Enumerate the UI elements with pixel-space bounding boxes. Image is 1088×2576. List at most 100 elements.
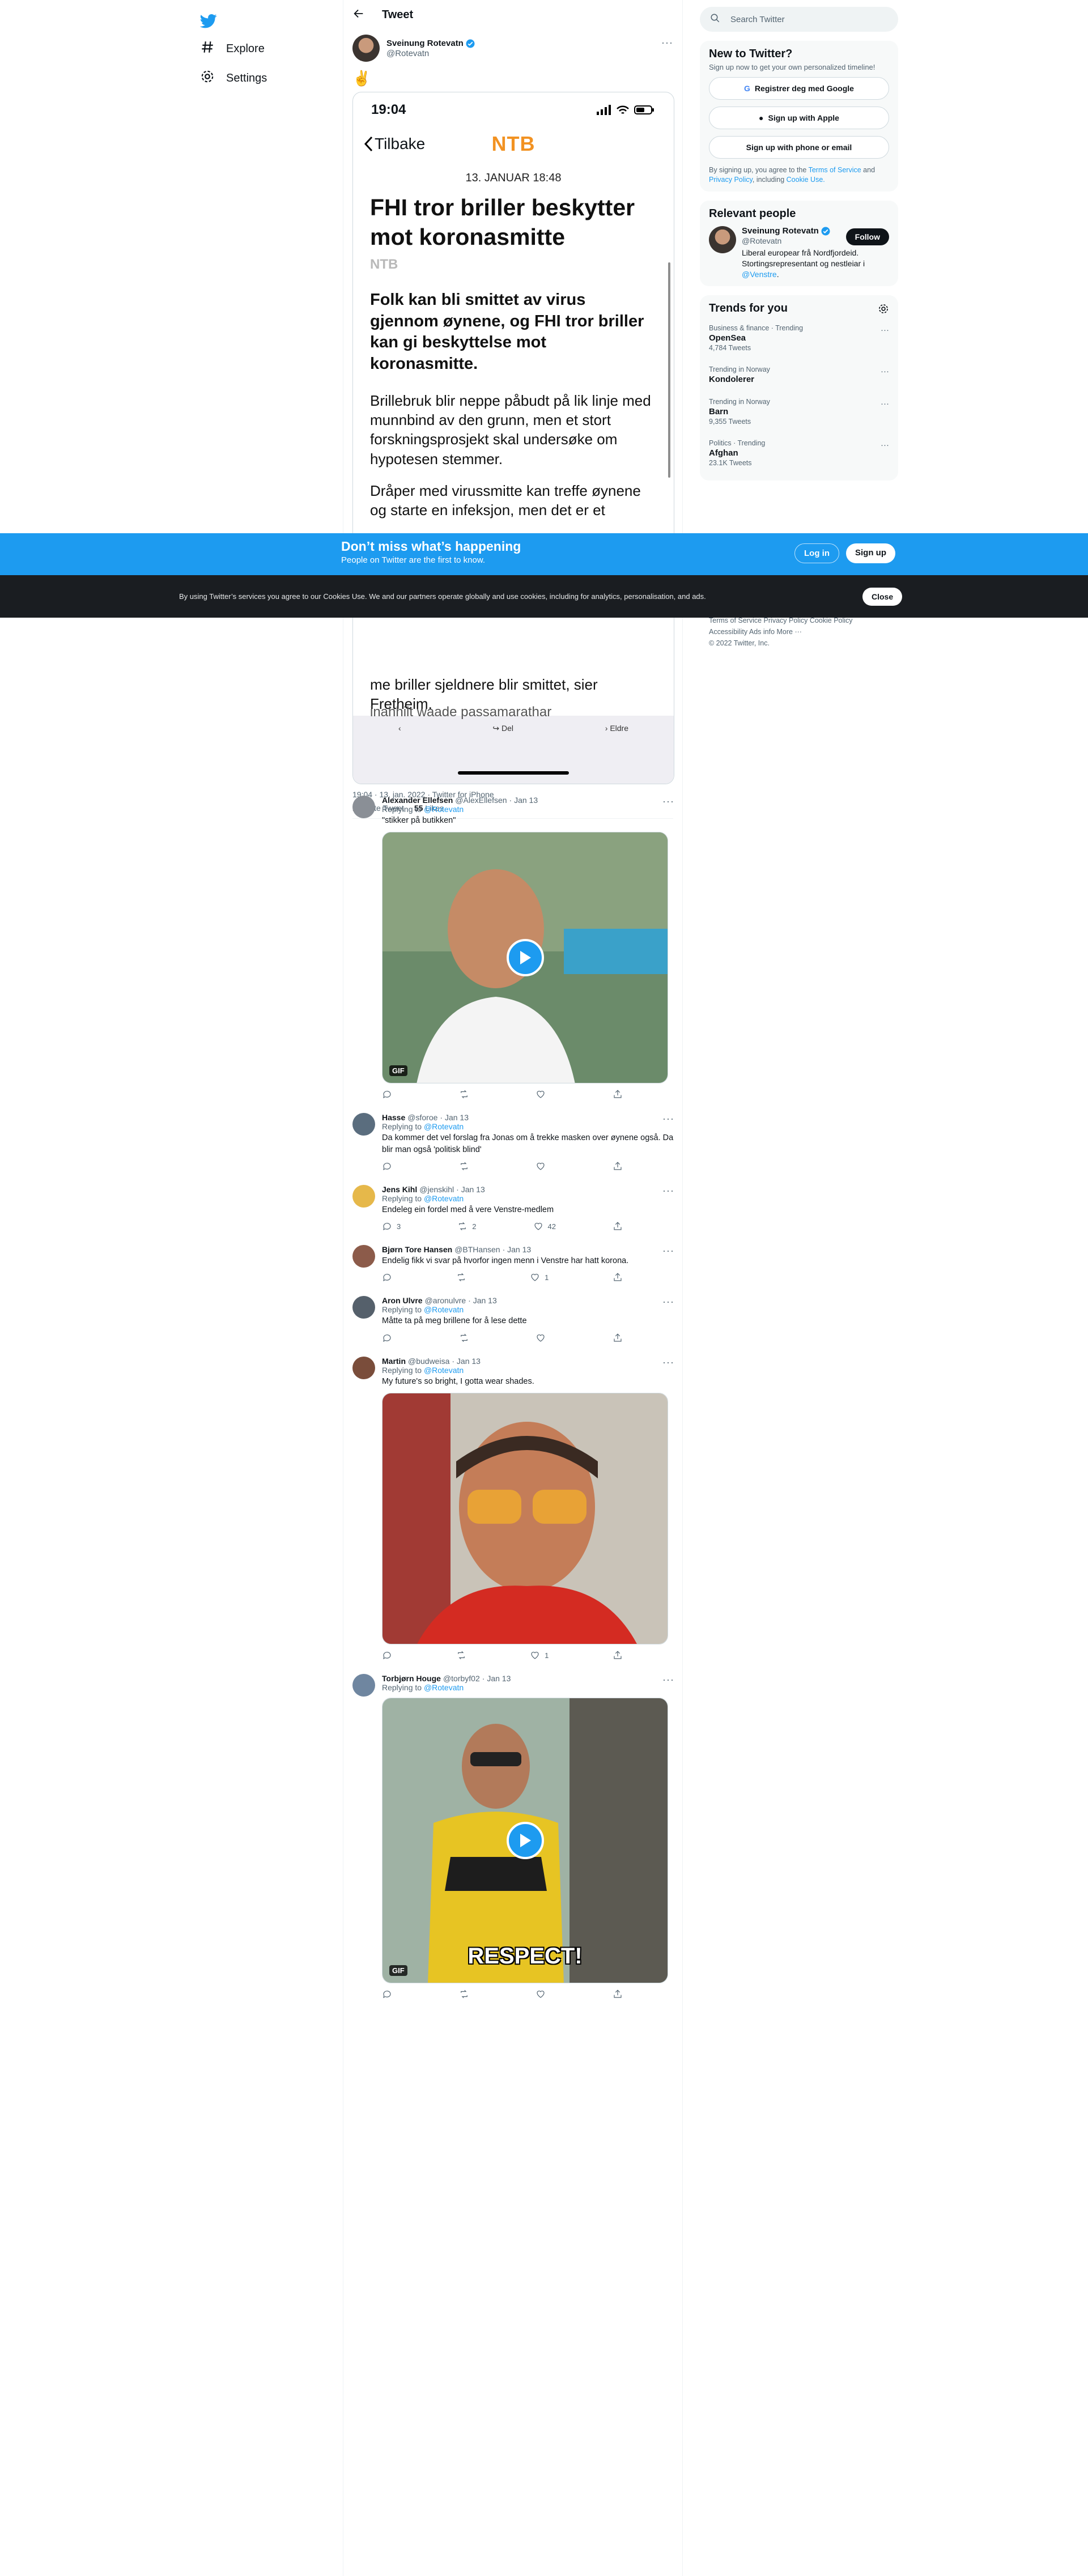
share-action[interactable] xyxy=(613,1089,623,1099)
reply-date[interactable]: · Jan 13 xyxy=(468,1296,497,1305)
reply-author-name[interactable]: Hasse xyxy=(382,1113,405,1122)
reply-date[interactable]: · Jan 13 xyxy=(482,1674,511,1683)
like-action[interactable] xyxy=(536,1989,546,1999)
author-name[interactable]: Sveinung Rotevatn xyxy=(386,39,464,48)
reply-gif[interactable]: GIF xyxy=(382,832,668,1084)
replying-to-link[interactable]: @Rotevatn xyxy=(424,1305,464,1314)
reply-date[interactable]: · Jan 13 xyxy=(456,1185,485,1194)
nav-explore[interactable]: Explore xyxy=(196,34,326,63)
retweet-action[interactable] xyxy=(459,1333,469,1343)
reply-date[interactable]: · Jan 13 xyxy=(452,1357,481,1366)
reply-author-handle[interactable]: @AlexEllefsen xyxy=(455,796,507,805)
trend-item[interactable]: Trending in Norway Barn 9,355 Tweets ··· xyxy=(709,391,889,432)
more-icon[interactable]: ··· xyxy=(881,399,889,409)
retweet-action[interactable] xyxy=(459,1989,469,1999)
twitter-logo-icon[interactable] xyxy=(196,8,222,34)
share-action[interactable] xyxy=(613,1272,623,1282)
search-box[interactable]: Search Twitter xyxy=(700,7,898,32)
reply-action[interactable] xyxy=(382,1333,392,1343)
play-button[interactable] xyxy=(506,939,544,977)
retweet-action[interactable]: 2 xyxy=(457,1221,476,1231)
replying-to-link[interactable]: @Rotevatn xyxy=(424,1122,464,1131)
avatar[interactable] xyxy=(352,1674,375,1697)
more-icon[interactable]: ··· xyxy=(881,440,889,450)
more-icon[interactable]: ··· xyxy=(662,1113,674,1125)
share-action[interactable] xyxy=(613,1650,623,1660)
like-action[interactable] xyxy=(536,1161,546,1171)
rp-bio-link[interactable]: @Venstre xyxy=(742,270,777,279)
share-action[interactable] xyxy=(613,1989,623,1999)
privacy-link[interactable]: Privacy Policy xyxy=(709,176,753,184)
avatar[interactable] xyxy=(352,1184,375,1208)
reply-tweet[interactable]: Alexander Ellefsen @AlexEllefsen · Jan 13 … xyxy=(343,789,683,1106)
reply-author-name[interactable]: Martin xyxy=(382,1357,406,1366)
avatar[interactable] xyxy=(352,796,375,818)
avatar[interactable] xyxy=(352,1356,375,1379)
reply-date[interactable]: · Jan 13 xyxy=(509,796,538,805)
like-action[interactable]: 1 xyxy=(530,1650,549,1660)
share-action[interactable] xyxy=(613,1161,623,1171)
reply-tweet[interactable]: Aron Ulvre @aronulvre · Jan 13 Replying to… xyxy=(343,1289,683,1349)
more-icon[interactable]: ··· xyxy=(662,1674,674,1686)
reply-author-name[interactable]: Alexander Ellefsen xyxy=(382,796,453,805)
reply-action[interactable]: 3 xyxy=(382,1221,401,1231)
like-action[interactable]: 42 xyxy=(533,1221,556,1231)
terms-link[interactable]: Terms of Service xyxy=(809,166,861,174)
relevant-person[interactable]: Sveinung Rotevatn @Rotevatn Liberal euro… xyxy=(709,226,889,280)
more-icon[interactable]: ··· xyxy=(881,325,889,335)
avatar[interactable] xyxy=(352,1296,375,1319)
reply-author-name[interactable]: Bjørn Tore Hansen xyxy=(382,1245,452,1254)
reply-action[interactable] xyxy=(382,1650,392,1660)
avatar[interactable] xyxy=(709,226,736,253)
reply-action[interactable] xyxy=(382,1161,392,1171)
more-icon[interactable]: ··· xyxy=(662,1296,674,1308)
reply-tweet[interactable]: Bjørn Tore Hansen @BTHansen · Jan 13 Endel… xyxy=(343,1238,683,1289)
retweet-action[interactable] xyxy=(456,1650,466,1660)
retweet-action[interactable] xyxy=(459,1161,469,1171)
apple-signup-button[interactable]: ● Sign up with Apple xyxy=(709,107,889,129)
more-icon[interactable]: ··· xyxy=(662,1185,674,1197)
tweet-image[interactable]: 19:04 Tilbake NTB 13. JANUAR 18:48 FHI t… xyxy=(352,92,674,784)
reply-author-handle[interactable]: @budweisa xyxy=(408,1357,449,1366)
reply-image[interactable] xyxy=(382,1393,668,1645)
like-action[interactable]: 1 xyxy=(530,1272,549,1282)
back-arrow-icon[interactable] xyxy=(352,7,365,23)
more-icon[interactable]: ··· xyxy=(661,37,673,49)
search-input[interactable]: Search Twitter xyxy=(730,15,785,24)
reply-author-handle[interactable]: @BTHansen xyxy=(454,1245,500,1254)
replying-to-link[interactable]: @Rotevatn xyxy=(424,1683,464,1692)
reply-action[interactable] xyxy=(382,1989,392,1999)
google-signup-button[interactable]: G Registrer deg med Google xyxy=(709,77,889,100)
more-icon[interactable]: ··· xyxy=(881,367,889,376)
reply-tweet[interactable]: Jens Kihl @jenskihl · Jan 13 Replying to @… xyxy=(343,1178,683,1238)
more-icon[interactable]: ··· xyxy=(662,1357,674,1368)
cookie-use-link[interactable]: Cookie Use. xyxy=(787,176,825,184)
reply-tweet[interactable]: Torbjørn Houge @torbyf02 · Jan 13 Replying… xyxy=(343,1667,683,2006)
reply-author-handle[interactable]: @torbyf02 xyxy=(443,1674,480,1683)
reply-author-name[interactable]: Aron Ulvre xyxy=(382,1296,423,1305)
reply-author-handle[interactable]: @sforoe xyxy=(407,1113,437,1122)
retweet-action[interactable] xyxy=(456,1272,466,1282)
reply-tweet[interactable]: Martin @budweisa · Jan 13 Replying to @Rot… xyxy=(343,1350,683,1667)
avatar[interactable] xyxy=(352,1113,375,1136)
reply-author-handle[interactable]: @jenskihl xyxy=(419,1185,454,1194)
follow-button[interactable]: Follow xyxy=(845,228,889,245)
reply-tweet[interactable]: Hasse @sforoe · Jan 13 Replying to @Roteva… xyxy=(343,1106,683,1178)
avatar[interactable] xyxy=(352,35,380,62)
reply-author-name[interactable]: Torbjørn Houge xyxy=(382,1674,441,1683)
retweet-action[interactable] xyxy=(459,1089,469,1099)
like-action[interactable] xyxy=(536,1089,546,1099)
footer-line[interactable]: Accessibility Ads info More ··· xyxy=(709,626,889,637)
share-action[interactable] xyxy=(613,1333,623,1343)
signup-button[interactable]: Sign up xyxy=(846,543,895,563)
reply-action[interactable] xyxy=(382,1272,392,1282)
play-button[interactable] xyxy=(506,1822,544,1860)
replying-to-link[interactable]: @Rotevatn xyxy=(424,1194,464,1203)
reply-action[interactable] xyxy=(382,1089,392,1099)
avatar[interactable] xyxy=(352,1245,375,1268)
more-icon[interactable]: ··· xyxy=(662,796,674,807)
like-action[interactable] xyxy=(536,1333,546,1343)
login-button[interactable]: Log in xyxy=(794,543,839,563)
trend-item[interactable]: Politics · Trending Afghan 23.1K Tweets ··· xyxy=(709,432,889,474)
gear-icon[interactable] xyxy=(878,303,889,317)
